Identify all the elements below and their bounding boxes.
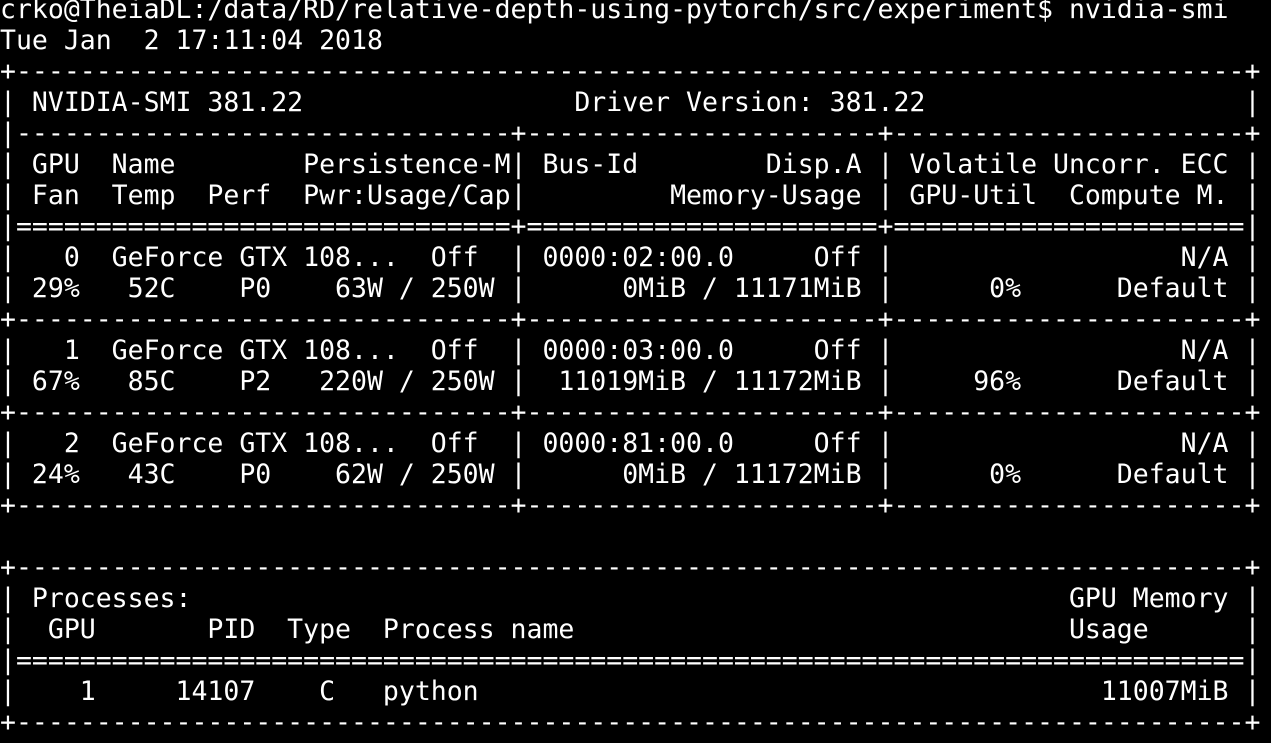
timestamp-line: Tue Jan 2 17:11:04 2018 [0,25,383,56]
processes-title-row: | Processes: GPU Memory | [0,583,1261,614]
table-header-row-2: | Fan Temp Perf Pwr:Usage/Cap| Memory-Us… [0,180,1261,211]
processes-header-divider: |=======================================… [0,645,1261,676]
prompt-line: crko@TheiaDL:/data/RD/relative-depth-usi… [0,0,1229,25]
table-row-divider: +-------------------------------+-------… [0,397,1261,428]
processes-header-row: | GPU PID Type Process name Usage | [0,614,1261,645]
table-border-bottom: +-------------------------------+-------… [0,490,1261,521]
table-border-top: +---------------------------------------… [0,56,1261,87]
version-line: | NVIDIA-SMI 381.22 Driver Version: 381.… [0,87,1261,118]
gpu-0-row-1: | 0 GeForce GTX 108... Off | 0000:02:00.… [0,242,1261,273]
processes-border-bottom: +---------------------------------------… [0,707,1261,738]
table-header-divider: |===============================+=======… [0,211,1261,242]
table-header-row-1: | GPU Name Persistence-M| Bus-Id Disp.A … [0,149,1261,180]
gpu-2-row-2: | 24% 43C P0 62W / 250W | 0MiB / 11172Mi… [0,459,1261,490]
gpu-1-row-1: | 1 GeForce GTX 108... Off | 0000:03:00.… [0,335,1261,366]
table-divider: |-------------------------------+-------… [0,118,1261,149]
gpu-2-row-1: | 2 GeForce GTX 108... Off | 0000:81:00.… [0,428,1261,459]
process-row: | 1 14107 C python 11007MiB | [0,676,1261,707]
processes-border-top: +---------------------------------------… [0,552,1261,583]
table-row-divider: +-------------------------------+-------… [0,304,1261,335]
gpu-0-row-2: | 29% 52C P0 63W / 250W | 0MiB / 11171Mi… [0,273,1261,304]
gpu-1-row-2: | 67% 85C P2 220W / 250W | 11019MiB / 11… [0,366,1261,397]
terminal-window[interactable]: crko@TheiaDL:/data/RD/relative-depth-usi… [0,0,1271,743]
